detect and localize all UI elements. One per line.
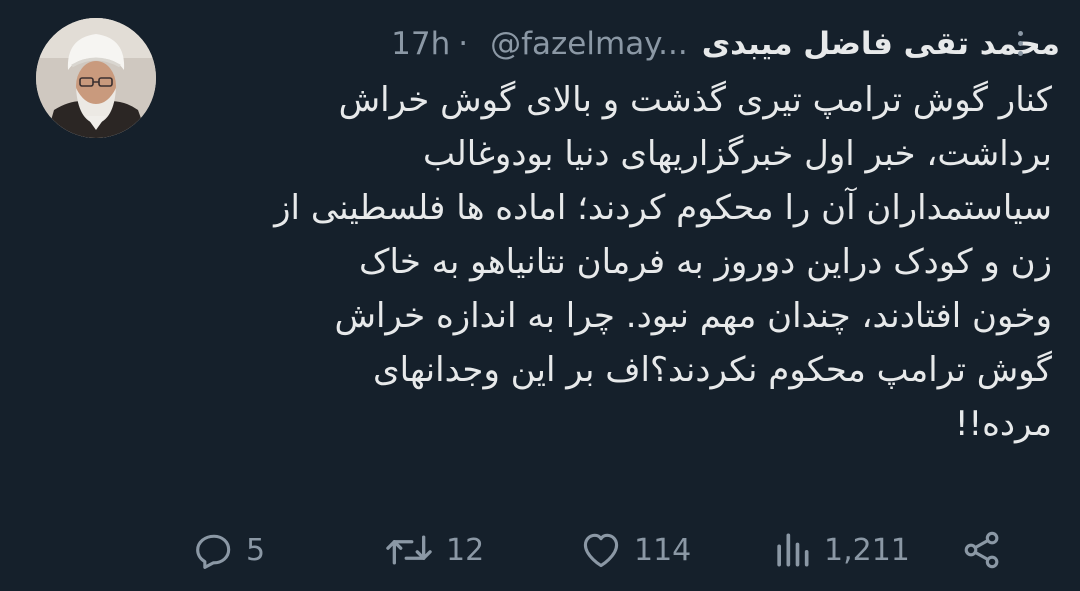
avatar[interactable] — [36, 18, 156, 138]
reply-count: 5 — [246, 532, 266, 568]
tweet-text-line: کنار گوش ترامپ تیری گذشت و بالای گوش خرا… — [338, 80, 1052, 120]
tweet[interactable]: محمد تقی فاضل میبدی @fazelmay... · 17h ک… — [0, 0, 1080, 591]
retweet-button[interactable]: 12 — [382, 522, 484, 578]
reply-button[interactable]: 5 — [192, 522, 265, 578]
tweet-text-line: گوش ترامپ محکوم نکردند؟اف بر این وجدانها… — [373, 350, 1052, 390]
share-icon — [964, 531, 999, 569]
separator-dot: · — [458, 26, 469, 62]
tweet-header: محمد تقی فاضل میبدی @fazelmay... · 17h — [180, 20, 1060, 68]
views-icon — [777, 533, 809, 567]
like-count: 114 — [634, 532, 692, 568]
avatar-image — [36, 18, 156, 138]
like-button[interactable]: 114 — [578, 522, 691, 578]
views-button[interactable]: 1,211 — [770, 522, 910, 578]
tweet-text: کنار گوش ترامپ تیری گذشت و بالای گوش خرا… — [180, 73, 1052, 451]
retweet-count: 12 — [446, 532, 485, 568]
reply-icon — [196, 534, 231, 569]
tweet-text-line: سیاستمداران آن را محکوم کردند؛ اماده ها … — [274, 188, 1052, 228]
tweet-text-line: زن و کودک دراین دوروز به فرمان نتانیاهو … — [359, 242, 1052, 282]
heart-icon — [583, 533, 619, 568]
more-options-icon[interactable] — [1010, 22, 1030, 64]
action-bar: 5 12 114 1,211 — [0, 522, 1080, 578]
display-name[interactable]: محمد تقی فاضل میبدی — [702, 26, 1060, 62]
share-button[interactable] — [960, 522, 1004, 578]
user-handle[interactable]: @fazelmay... — [490, 26, 688, 62]
tweet-text-line: وخون افتادند، چندان مهم نبود. چرا به اند… — [334, 296, 1052, 336]
tweet-text-line: مرده!! — [954, 404, 1052, 444]
views-count: 1,211 — [824, 532, 910, 568]
tweet-text-line: برداشت، خبر اول خبرگزاریهای دنیا بودوغال… — [423, 134, 1052, 174]
timestamp[interactable]: 17h — [391, 26, 450, 62]
retweet-icon — [386, 535, 432, 565]
